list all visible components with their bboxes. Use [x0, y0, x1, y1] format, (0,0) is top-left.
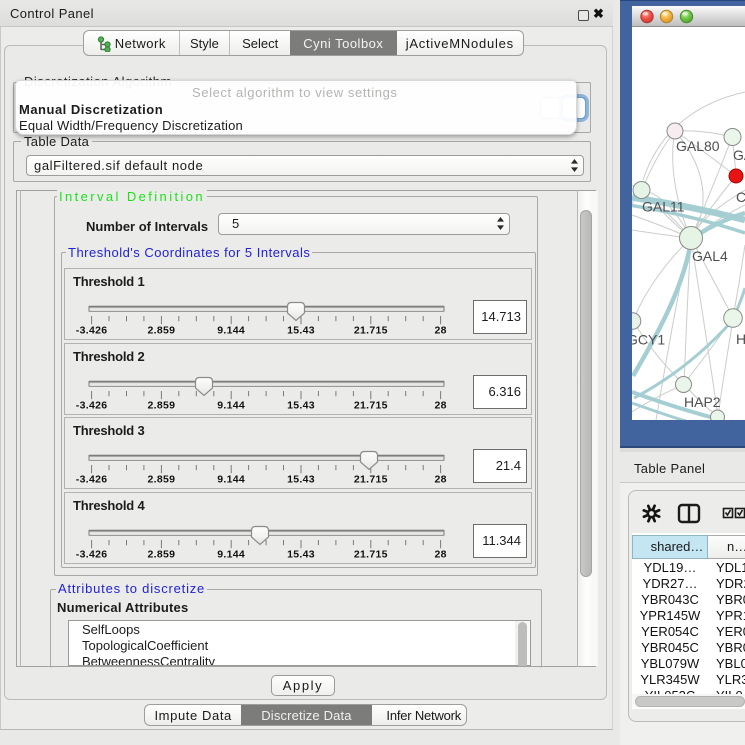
svg-text:9.144: 9.144: [217, 474, 245, 486]
svg-text:C: C: [736, 189, 745, 205]
svg-text:-3.426: -3.426: [76, 325, 108, 337]
svg-text:9.144: 9.144: [217, 399, 245, 411]
svg-text:9.144: 9.144: [217, 325, 245, 337]
svg-text:21.715: 21.715: [354, 548, 388, 560]
svg-text:28: 28: [434, 474, 446, 486]
svg-text:28: 28: [434, 548, 446, 560]
svg-text:21.715: 21.715: [354, 474, 388, 486]
svg-text:15.43: 15.43: [287, 548, 315, 560]
svg-text:GAL11: GAL11: [642, 199, 685, 215]
svg-text:2.859: 2.859: [148, 548, 176, 560]
svg-text:28: 28: [434, 325, 446, 337]
svg-text:2.859: 2.859: [148, 325, 176, 337]
svg-text:2.859: 2.859: [148, 474, 176, 486]
svg-text:15.43: 15.43: [287, 325, 315, 337]
svg-text:21.715: 21.715: [354, 399, 388, 411]
svg-text:HAP2: HAP2: [684, 394, 721, 410]
svg-text:H: H: [736, 331, 745, 347]
svg-text:15.43: 15.43: [287, 399, 315, 411]
svg-text:-3.426: -3.426: [76, 399, 108, 411]
svg-text:-3.426: -3.426: [76, 548, 108, 560]
svg-text:-3.426: -3.426: [76, 474, 108, 486]
svg-text:GA: GA: [733, 147, 745, 163]
svg-text:28: 28: [434, 399, 446, 411]
svg-text:GAL80: GAL80: [676, 138, 720, 154]
svg-text:15.43: 15.43: [287, 474, 315, 486]
svg-text:GCY1: GCY1: [632, 332, 665, 348]
svg-text:9.144: 9.144: [217, 548, 245, 560]
svg-text:21.715: 21.715: [354, 325, 388, 337]
svg-text:2.859: 2.859: [148, 399, 176, 411]
svg-text:GAL4: GAL4: [692, 248, 728, 264]
